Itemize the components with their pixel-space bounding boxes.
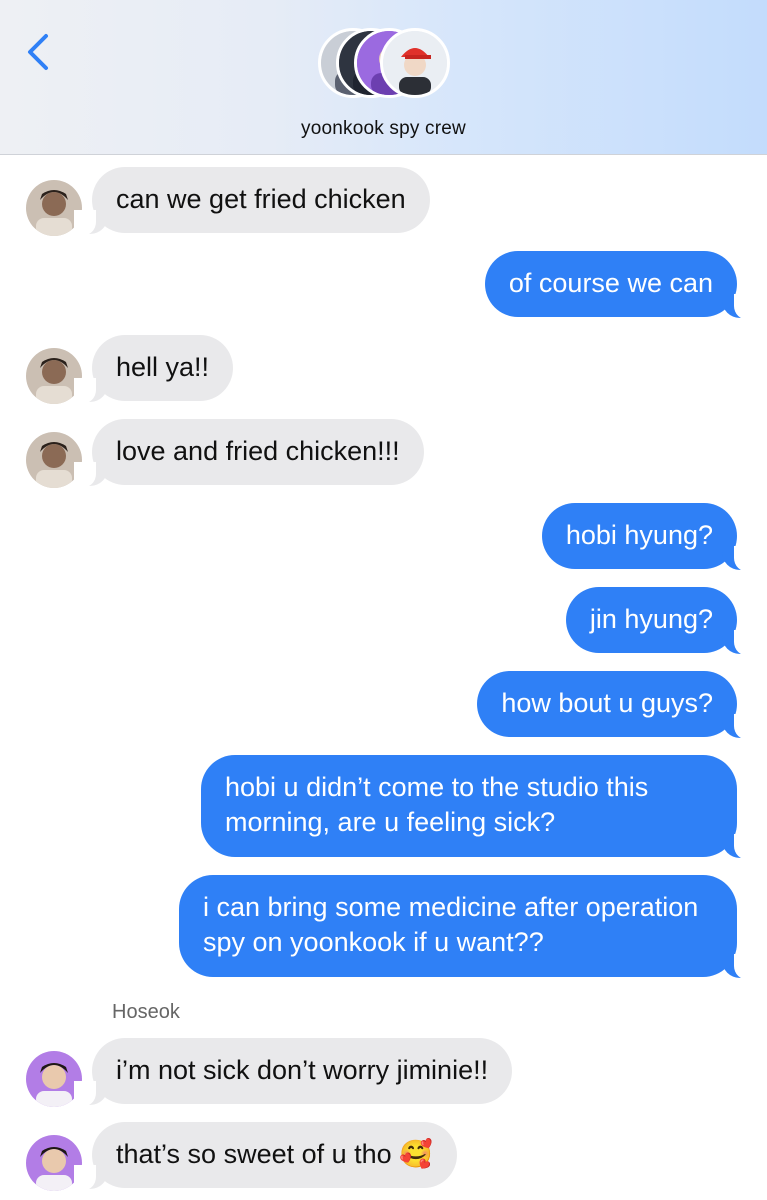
message-text: hell ya!! [116,352,210,382]
bubble-tail [74,210,108,236]
message-bubble-incoming[interactable]: i’m not sick don’t worry jiminie!! [92,1038,513,1104]
message-bubble-outgoing[interactable]: i can bring some medicine after operatio… [179,875,737,977]
message-bubble-outgoing[interactable]: jin hyung? [565,587,737,653]
bubble-tail [722,294,756,320]
message-text: jin hyung? [589,604,713,634]
message-text: that’s so sweet of u tho 🥰 [116,1139,433,1169]
message-bubble-incoming[interactable]: hell ya!! [92,335,234,401]
message-text: can we get fried chicken [116,184,406,214]
message-text: of course we can [508,268,713,298]
message-text: hobi u didn’t come to the studio this mo… [225,772,649,837]
bubble-tail [722,714,756,740]
message-bubble-incoming[interactable]: that’s so sweet of u tho 🥰 [92,1122,457,1188]
bubble-tail [74,378,108,404]
message-text: how bout u guys? [501,688,713,718]
group-avatar-stack[interactable] [318,28,452,104]
bubble-tail [74,1081,108,1107]
bubble-tail [722,954,756,980]
message-text: love and fried chicken!!! [116,436,400,466]
message-text: i’m not sick don’t worry jiminie!! [116,1055,489,1085]
bubble-tail [722,630,756,656]
message-text: hobi hyung? [565,520,713,550]
conversation-header: yoonkook spy crew [0,0,767,155]
chevron-left-icon[interactable] [22,30,62,74]
message-text: i can bring some medicine after operatio… [203,892,699,957]
member-avatar [380,28,450,98]
sender-name: Hoseok [112,1001,180,1023]
message-bubble-outgoing[interactable]: hobi hyung? [541,503,737,569]
message-bubble-outgoing[interactable]: of course we can [484,251,737,317]
message-bubble-incoming[interactable]: love and fried chicken!!! [92,419,424,485]
bubble-tail [722,546,756,572]
bubble-tail [74,462,108,488]
group-name[interactable]: yoonkook spy crew [0,118,767,140]
bubble-tail [74,1165,108,1191]
message-bubble-outgoing[interactable]: how bout u guys? [477,671,737,737]
message-bubble-outgoing[interactable]: hobi u didn’t come to the studio this mo… [201,755,737,857]
bubble-tail [722,834,756,860]
message-bubble-incoming[interactable]: can we get fried chicken [92,167,430,233]
